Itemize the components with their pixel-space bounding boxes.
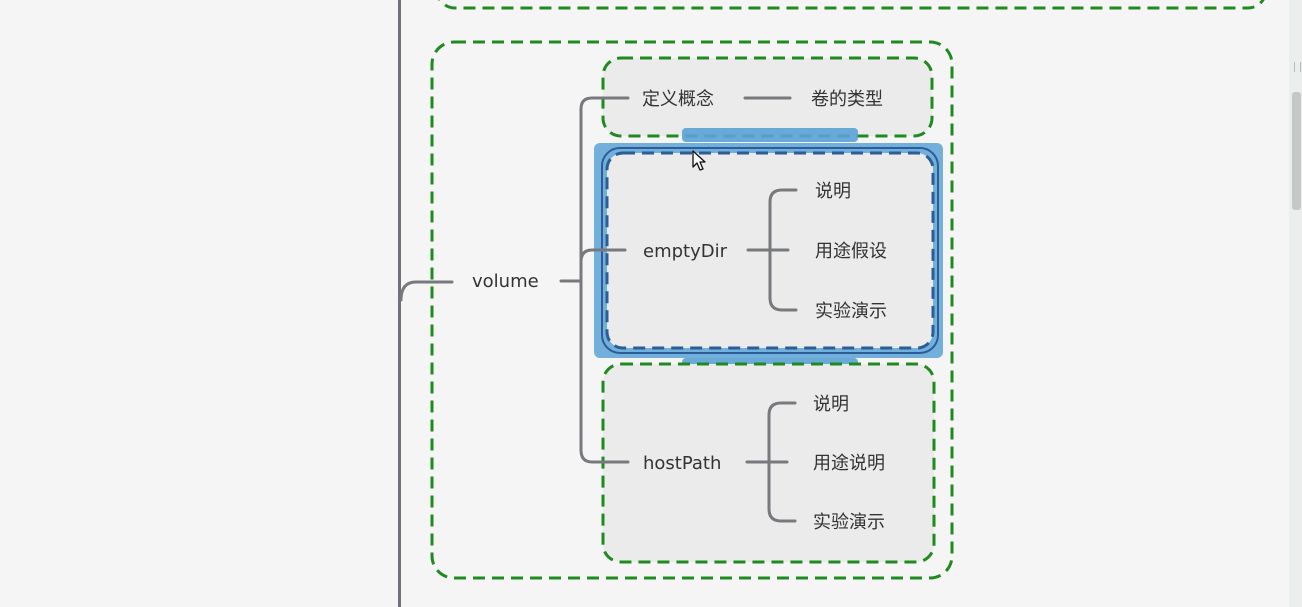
node-root[interactable]: volume xyxy=(472,271,539,292)
node-hostpath-child-1[interactable]: 说明 xyxy=(813,394,849,415)
node-emptydir-child-1[interactable]: 说明 xyxy=(815,181,851,202)
mindmap-diagram: volume 定义概念 卷的类型 emptyDir 说明 用途假设 实验演示 h… xyxy=(399,0,1265,580)
node-hostpath-child-3[interactable]: 实验演示 xyxy=(813,512,885,533)
group-boundary-top xyxy=(438,0,1265,10)
node-hostpath-child-2[interactable]: 用途说明 xyxy=(813,453,885,474)
node-emptydir[interactable]: emptyDir xyxy=(643,241,728,262)
node-emptydir-child-3[interactable]: 实验演示 xyxy=(815,301,887,322)
mouse-pointer-icon xyxy=(692,150,706,171)
resize-handle-top[interactable] xyxy=(682,128,858,142)
node-emptydir-child-2[interactable]: 用途假设 xyxy=(815,241,887,262)
screen: volume 定义概念 卷的类型 emptyDir 说明 用途假设 实验演示 h… xyxy=(0,0,1302,607)
node-concept[interactable]: 定义概念 xyxy=(642,88,714,110)
node-concept-child[interactable]: 卷的类型 xyxy=(811,89,883,110)
node-hostpath[interactable]: hostPath xyxy=(643,453,721,474)
connector-parent-root xyxy=(399,280,454,302)
